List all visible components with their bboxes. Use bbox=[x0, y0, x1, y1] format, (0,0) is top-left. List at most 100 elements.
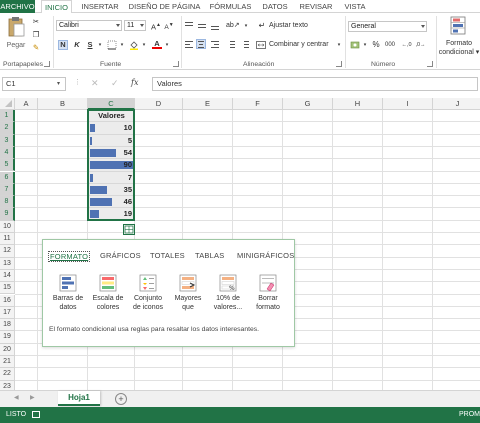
qa-tab-totales[interactable]: TOTALES bbox=[150, 251, 185, 260]
bold-button[interactable]: N bbox=[58, 40, 68, 50]
scroll-left-sheets-icon[interactable]: ◀ bbox=[14, 394, 19, 401]
qa-icon-set-button[interactable]: Conjunto de iconos bbox=[128, 274, 168, 312]
cell-value[interactable]: 46 bbox=[88, 196, 135, 208]
qa-data-bars-button[interactable]: Barras de datos bbox=[48, 274, 88, 312]
accounting-format-icon[interactable] bbox=[350, 40, 360, 50]
tab-revisar[interactable]: REVISAR bbox=[298, 0, 334, 13]
formula-bar-grip-icon[interactable]: ⋮ bbox=[74, 78, 81, 86]
align-right-icon[interactable] bbox=[210, 40, 220, 50]
tab-datos[interactable]: DATOS bbox=[259, 0, 291, 13]
borders-dropdown-icon[interactable]: ▾ bbox=[117, 40, 127, 50]
row-header-18[interactable]: 18 bbox=[0, 319, 15, 332]
font-name-combo[interactable]: Calibri bbox=[56, 20, 122, 31]
cut-icon[interactable]: ✂ bbox=[31, 17, 41, 27]
cell-value[interactable]: 90 bbox=[88, 159, 135, 171]
merge-center-button[interactable]: Combinar y centrar bbox=[269, 40, 329, 50]
align-left-icon[interactable] bbox=[184, 40, 194, 50]
row-header-7[interactable]: 7 bbox=[0, 183, 15, 197]
row-header-6[interactable]: 6 bbox=[0, 171, 15, 184]
column-header-b[interactable]: B bbox=[38, 98, 88, 110]
tab-diseno-pagina[interactable]: DISEÑO DE PÁGINA bbox=[127, 0, 202, 13]
sheet-tab-hoja1[interactable]: Hoja1 bbox=[58, 391, 100, 406]
row-header-5[interactable]: 5 bbox=[0, 159, 15, 172]
format-painter-icon[interactable]: ✎ bbox=[31, 43, 41, 53]
row-header-17[interactable]: 17 bbox=[0, 306, 15, 320]
cell-value[interactable]: 54 bbox=[88, 147, 135, 159]
cell-value[interactable]: 5 bbox=[88, 135, 135, 147]
clipboard-launcher-icon[interactable] bbox=[44, 61, 50, 67]
qa-tab-graficos[interactable]: GRÁFICOS bbox=[100, 251, 141, 260]
comma-style-button[interactable]: 000 bbox=[383, 40, 397, 50]
qa-greater-than-button[interactable]: Mayores que bbox=[168, 274, 208, 312]
row-header-2[interactable]: 2 bbox=[0, 122, 15, 135]
qa-tab-tablas[interactable]: TABLAS bbox=[195, 251, 224, 260]
borders-icon[interactable] bbox=[107, 40, 117, 50]
shrink-font-button[interactable]: A▼ bbox=[164, 20, 174, 31]
font-color-icon[interactable]: A bbox=[152, 39, 162, 49]
macro-record-icon[interactable] bbox=[32, 411, 40, 418]
increase-indent-icon[interactable] bbox=[240, 40, 250, 50]
tab-formulas[interactable]: FÓRMULAS bbox=[208, 0, 253, 13]
row-header-4[interactable]: 4 bbox=[0, 146, 15, 160]
enter-icon[interactable]: ✓ bbox=[111, 78, 119, 89]
cell-value[interactable]: 7 bbox=[88, 172, 135, 184]
tab-vista[interactable]: VISTA bbox=[341, 0, 369, 13]
row-header-11[interactable]: 11 bbox=[0, 233, 15, 246]
row-header-23[interactable]: 23 bbox=[0, 380, 15, 390]
fill-color-icon[interactable] bbox=[129, 40, 139, 50]
row-header-1[interactable]: 1 bbox=[0, 110, 15, 123]
row-header-20[interactable]: 20 bbox=[0, 343, 15, 356]
qa-color-scale-button[interactable]: Escala de colores bbox=[88, 274, 128, 312]
qa-tab-formato[interactable]: FORMATO bbox=[48, 251, 91, 262]
paste-button[interactable]: Pegar bbox=[5, 16, 27, 54]
font-launcher-icon[interactable] bbox=[173, 61, 179, 67]
alignment-launcher-icon[interactable] bbox=[336, 61, 342, 67]
align-top-icon[interactable] bbox=[184, 21, 194, 31]
orientation-dropdown-icon[interactable]: ▾ bbox=[241, 21, 251, 31]
column-header-j[interactable]: J bbox=[433, 98, 480, 110]
formula-input[interactable]: Valores bbox=[152, 77, 478, 91]
conditional-format-button[interactable]: Formato condicional ▾ bbox=[438, 16, 480, 60]
qa-tab-minigraficos[interactable]: MINIGRÁFICOS bbox=[237, 251, 294, 260]
row-header-10[interactable]: 10 bbox=[0, 220, 15, 233]
number-format-combo[interactable]: General bbox=[348, 21, 427, 32]
row-header-9[interactable]: 9 bbox=[0, 208, 15, 221]
column-header-a[interactable]: A bbox=[15, 98, 38, 110]
row-header-3[interactable]: 3 bbox=[0, 134, 15, 147]
number-launcher-icon[interactable] bbox=[427, 61, 433, 67]
italic-button[interactable]: K bbox=[72, 40, 82, 50]
qa-top-ten-percent-button[interactable]: % 10% de valores... bbox=[208, 274, 248, 312]
merge-dropdown-icon[interactable]: ▾ bbox=[334, 40, 344, 50]
tab-archivo[interactable]: ARCHIVO bbox=[0, 0, 35, 13]
merge-center-icon[interactable] bbox=[256, 40, 266, 50]
percent-style-button[interactable]: % bbox=[371, 40, 381, 50]
align-middle-icon[interactable] bbox=[197, 21, 207, 31]
insert-function-icon[interactable]: fx bbox=[131, 78, 138, 87]
underline-dropdown-icon[interactable]: ▾ bbox=[95, 40, 105, 50]
align-bottom-icon[interactable] bbox=[210, 21, 220, 31]
column-header-h[interactable]: H bbox=[333, 98, 383, 110]
cell-value[interactable]: 10 bbox=[88, 122, 135, 134]
decrease-decimal-icon[interactable]: ,0→ bbox=[415, 40, 426, 50]
row-header-19[interactable]: 19 bbox=[0, 331, 15, 344]
tab-inicio[interactable]: INICIO bbox=[41, 0, 72, 14]
quick-analysis-button[interactable] bbox=[123, 223, 135, 235]
row-header-12[interactable]: 12 bbox=[0, 245, 15, 258]
cell-c1-header[interactable]: Valores bbox=[88, 110, 135, 122]
cell-value[interactable]: 19 bbox=[88, 208, 135, 220]
fill-color-dropdown-icon[interactable]: ▾ bbox=[139, 40, 149, 50]
row-header-15[interactable]: 15 bbox=[0, 282, 15, 295]
copy-icon[interactable]: ❐ bbox=[31, 30, 41, 40]
row-header-13[interactable]: 13 bbox=[0, 257, 15, 270]
cell-value[interactable]: 35 bbox=[88, 184, 135, 196]
underline-button[interactable]: S bbox=[85, 40, 95, 50]
column-header-f[interactable]: F bbox=[233, 98, 283, 110]
font-color-dropdown-icon[interactable]: ▾ bbox=[162, 40, 172, 50]
row-header-16[interactable]: 16 bbox=[0, 294, 15, 307]
select-all-corner[interactable] bbox=[0, 98, 15, 110]
align-center-icon[interactable] bbox=[196, 39, 206, 49]
row-header-8[interactable]: 8 bbox=[0, 196, 15, 209]
tab-insertar[interactable]: INSERTAR bbox=[78, 0, 122, 13]
column-header-i[interactable]: I bbox=[383, 98, 433, 110]
scroll-right-sheets-icon[interactable]: ▶ bbox=[30, 394, 35, 401]
